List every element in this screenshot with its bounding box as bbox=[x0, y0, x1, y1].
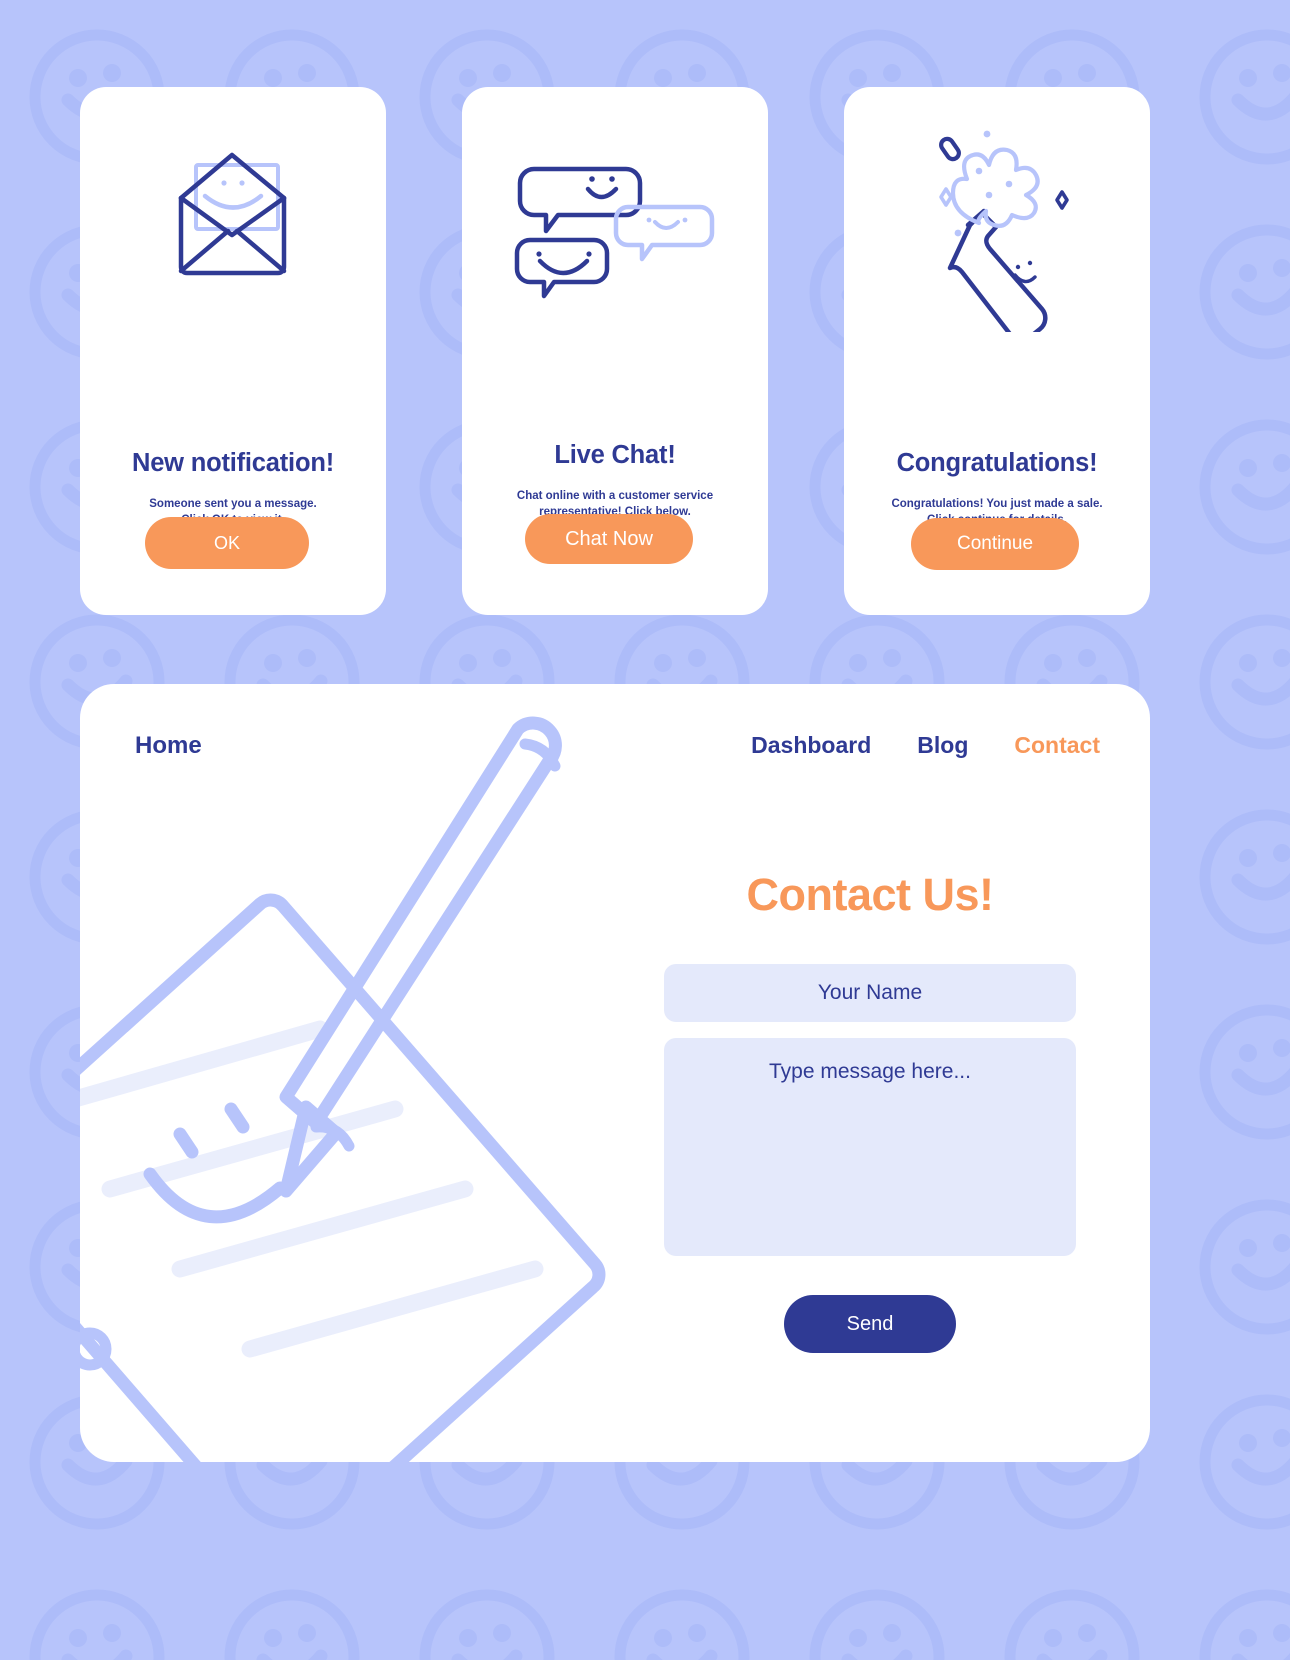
chat-bubbles-smiley-icon bbox=[462, 87, 768, 337]
champagne-bottle-popping-icon bbox=[844, 87, 1150, 337]
ok-button[interactable]: OK bbox=[145, 517, 309, 569]
contact-panel: Home Dashboard Blog Contact Contact Us! … bbox=[80, 684, 1150, 1462]
message-input[interactable] bbox=[664, 1038, 1076, 1256]
continue-button[interactable]: Continue bbox=[911, 518, 1079, 570]
card-description-line1: Congratulations! You just made a sale. bbox=[891, 498, 1103, 510]
card-title: Congratulations! bbox=[896, 449, 1098, 477]
chat-now-button[interactable]: Chat Now bbox=[525, 514, 693, 564]
send-button[interactable]: Send bbox=[784, 1295, 956, 1353]
nav-links-group: Dashboard Blog Contact bbox=[751, 732, 1100, 759]
card-title: New notification! bbox=[131, 449, 334, 477]
name-input[interactable] bbox=[664, 964, 1076, 1022]
nav-link-blog[interactable]: Blog bbox=[917, 732, 968, 759]
card-title: Live Chat! bbox=[554, 441, 676, 469]
panel-navigation: Home Dashboard Blog Contact bbox=[80, 684, 1150, 804]
card-description-line1: Someone sent you a message. bbox=[149, 498, 317, 510]
contact-form: Contact Us! Send bbox=[660, 869, 1080, 1353]
card-congratulations: Congratulations! Congratulations! You ju… bbox=[844, 87, 1150, 615]
card-new-notification: New notification! Someone sent you a mes… bbox=[80, 87, 386, 615]
nav-link-dashboard[interactable]: Dashboard bbox=[751, 732, 871, 759]
notification-cards-row: New notification! Someone sent you a mes… bbox=[80, 87, 1150, 615]
nav-link-home[interactable]: Home bbox=[135, 732, 202, 760]
card-description-line1: Chat online with a customer service bbox=[516, 490, 714, 502]
contact-form-title: Contact Us! bbox=[746, 869, 994, 920]
card-live-chat: Live Chat! Chat online with a customer s… bbox=[462, 87, 768, 615]
open-envelope-smiley-icon bbox=[80, 87, 386, 337]
phone-notepad-pencil-smiley-icon bbox=[80, 716, 606, 1462]
nav-link-contact[interactable]: Contact bbox=[1014, 732, 1100, 759]
